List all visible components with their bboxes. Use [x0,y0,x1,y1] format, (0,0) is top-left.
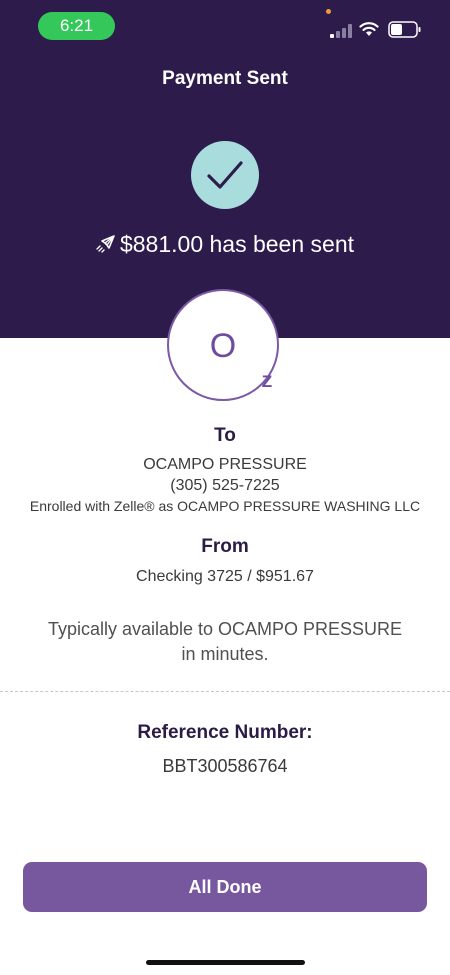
to-label: To [214,425,236,446]
sent-confirmation: $881.00 has been sent [0,231,450,258]
zelle-badge-icon: Z [259,372,275,392]
recipient-phone: (305) 525-7225 [170,477,280,494]
recipient-name: OCAMPO PRESSURE [143,456,307,473]
status-bar: 6:21 [0,0,450,50]
status-time: 6:21 [38,12,115,40]
availability-line-1: Typically available to OCAMPO PRESSURE [47,619,403,639]
sent-amount-text: $881.00 has been sent [119,231,355,257]
wifi-icon [359,22,379,36]
avatar-initial: O [209,327,237,365]
page-title: Payment Sent [162,68,288,89]
from-label: From [201,536,249,557]
recipient-enrollment: Enrolled with Zelle® as OCAMPO PRESSURE … [29,498,421,514]
reference-number: BBT300586764 [162,756,288,776]
section-divider [0,691,450,692]
home-indicator[interactable] [146,960,305,965]
privacy-indicator-dot [326,9,331,14]
reference-label: Reference Number: [137,722,313,743]
rocket-icon [96,235,115,253]
from-account: Checking 3725 / $951.67 [136,568,314,585]
all-done-button[interactable]: All Done [23,862,427,912]
zelle-badge-letter: Z [261,372,273,391]
cellular-signal-icon [330,24,352,38]
battery-icon [388,21,421,38]
availability-line-2: in minutes. [181,644,269,664]
checkmark-icon [191,141,259,209]
